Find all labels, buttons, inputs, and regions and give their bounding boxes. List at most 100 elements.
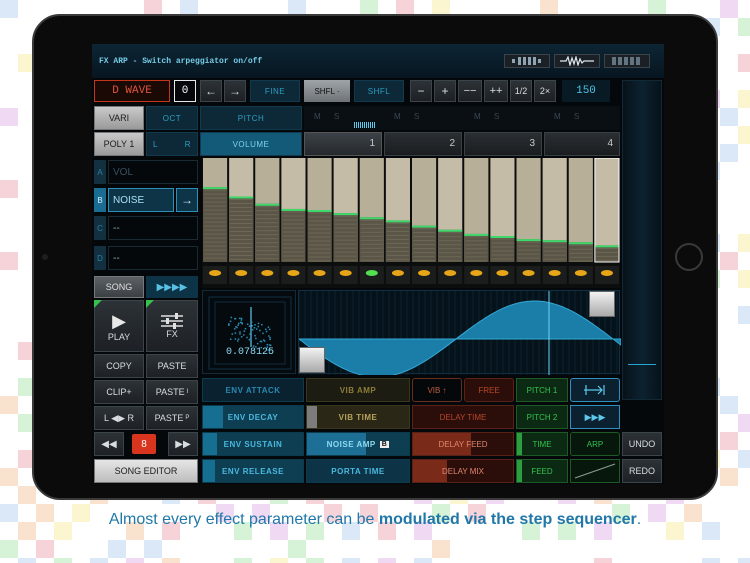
step-bar-top [594,245,619,248]
free-button[interactable]: FREE [464,378,514,402]
solo-toggle-2[interactable]: S [414,112,419,121]
instrument-number[interactable]: 0 [174,80,196,102]
pitch-button[interactable]: PITCH [200,106,302,130]
delay-mix-button[interactable]: DELAY MIX [412,459,514,483]
minus-minus-button[interactable]: −− [458,80,482,102]
waveform-end-handle[interactable] [589,291,615,317]
camera [42,254,48,260]
checker-tile [378,558,396,563]
fine-button[interactable]: FINE [250,80,300,102]
pan-button[interactable]: LR [146,132,198,156]
noise-amp-button[interactable]: NOISE AMP B [306,432,410,456]
song-editor-button[interactable]: SONG EDITOR [94,459,198,483]
checker-tile [18,486,36,504]
keyboard-view-button[interactable] [604,54,650,68]
pitch-1-button[interactable]: PITCH 1 [516,378,568,402]
feed-button[interactable]: FEED [516,459,568,483]
forward-button[interactable]: ▶▶ [168,432,198,456]
clip-plus-button[interactable]: CLIP+ [94,380,144,404]
lr-swap-button[interactable]: L ◀▶ R [94,406,144,430]
copy-button[interactable]: COPY [94,354,144,378]
shuffle-button-1[interactable]: SHFL · [304,80,350,102]
plus-plus-button[interactable]: ++ [484,80,508,102]
xy-dot [266,343,269,346]
arp-direction-button[interactable]: ▶▶▶ [570,405,620,429]
instrument-name[interactable]: D WAVE [94,80,170,102]
paste-button[interactable]: PASTE [146,354,198,378]
pattern-tab-1[interactable]: 1 [304,132,382,156]
track-d[interactable]: -- [108,246,198,270]
tempo-display[interactable]: 150 [562,80,610,102]
xy-display[interactable]: 0.078125 [202,290,296,374]
paste-insert-button[interactable]: PASTE I [146,380,198,404]
previous-button[interactable]: ← [200,80,222,102]
track-b-arrow-button[interactable]: → [176,188,198,212]
step-bar [464,233,489,262]
mute-toggle-4[interactable]: M [554,112,561,121]
porta-time-button[interactable]: PORTA TIME [306,459,410,483]
volume-button[interactable]: VOLUME [200,132,302,156]
env-decay-button[interactable]: ENV DECAY [202,405,304,429]
time-button[interactable]: TIME [516,432,568,456]
rewind-button[interactable]: ◀◀ [94,432,124,456]
double-button[interactable]: 2× [534,80,556,102]
waveform-start-handle[interactable] [299,347,325,373]
checker-tile [0,396,18,414]
step-led [522,270,535,276]
plus-button[interactable]: + [434,80,456,102]
pattern-tab-3[interactable]: 3 [464,132,542,156]
solo-toggle-4[interactable]: S [574,112,579,121]
step-bar-top [307,210,332,212]
xy-dot [262,339,265,341]
env-attack-button[interactable]: ENV ATTACK [202,378,304,402]
poly-button[interactable]: POLY 1 [94,132,144,156]
vib-time-button[interactable]: VIB TIME [306,405,410,429]
xy-dot [234,338,237,340]
solo-toggle-3[interactable]: S [494,112,499,121]
undo-button[interactable]: UNDO [622,432,662,456]
checker-tile [90,558,108,563]
pattern-tab-2[interactable]: 2 [384,132,462,156]
mute-toggle-2[interactable]: M [394,112,401,121]
redo-button[interactable]: REDO [622,459,662,483]
mute-toggle-1[interactable]: M [314,112,321,121]
pattern-tab-4[interactable]: 4 [544,132,620,156]
arp-button[interactable]: ARP [570,432,620,456]
mute-toggle-3[interactable]: M [474,112,481,121]
pattern-view-button[interactable] [504,54,550,68]
step-sequencer[interactable] [202,157,620,288]
step-bar-top [333,213,358,216]
waveform-view-button[interactable] [554,54,600,68]
delay-feed-button[interactable]: DELAY FEED [412,432,514,456]
vari-button[interactable]: VARI [94,106,144,130]
xy-dot [229,338,232,340]
track-a[interactable]: VOL [108,160,198,184]
next-button[interactable]: → [224,80,246,102]
half-button[interactable]: 1/2 [510,80,532,102]
checker-tile [738,270,750,288]
env-sustain-button[interactable]: ENV SUSTAIN [202,432,304,456]
track-c[interactable]: -- [108,216,198,240]
track-b[interactable]: NOISE [108,188,174,212]
loop-mode-button[interactable] [570,378,620,402]
shuffle-button-2[interactable]: SHFL [354,80,404,102]
arp-curve-button[interactable] [570,459,620,483]
delay-time-button[interactable]: DELAY TIME [412,405,514,429]
right-scroll-panel[interactable] [622,80,662,400]
paste-p-button[interactable]: PASTE P [146,406,198,430]
home-button[interactable] [675,243,703,271]
song-forward-button[interactable]: ▶▶▶▶ [146,276,198,298]
env-release-button[interactable]: ENV RELEASE [202,459,304,483]
solo-toggle-1[interactable]: S [334,112,339,121]
vib-up-button[interactable]: VIB ↑ [412,378,462,402]
pitch-2-button[interactable]: PITCH 2 [516,405,568,429]
xy-dot [253,326,256,329]
song-button[interactable]: SONG [94,276,144,298]
vib-amp-button[interactable]: VIB AMP [306,378,410,402]
position-counter[interactable]: 8 [132,434,156,454]
paste-p-label: PASTE [154,413,184,423]
minus-button[interactable]: − [410,80,432,102]
forward-icon: ▶▶ [175,438,191,450]
lfo-waveform[interactable] [297,290,622,378]
oct-button[interactable]: OCT [146,106,198,130]
